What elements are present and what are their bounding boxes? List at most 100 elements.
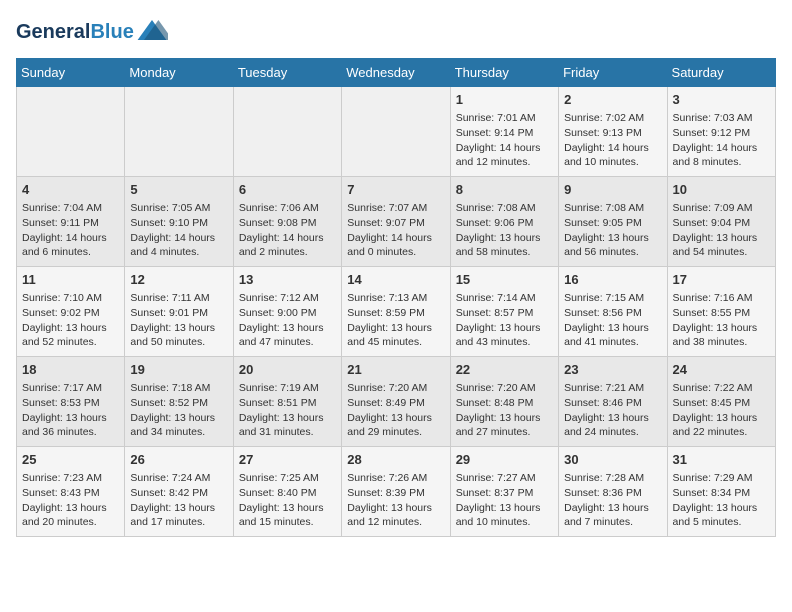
day-header-friday: Friday [559, 59, 667, 87]
calendar-cell: 10 Sunrise: 7:09 AM Sunset: 9:04 PM Dayli… [667, 177, 775, 267]
calendar-cell: 24Sunrise: 7:22 AM Sunset: 8:45 PM Dayli… [667, 357, 775, 447]
calendar-cell: 17 Sunrise: 7:16 AM Sunset: 8:55 PM Dayli… [667, 267, 775, 357]
day-header-tuesday: Tuesday [233, 59, 341, 87]
day-number: 18 [22, 361, 119, 379]
calendar-cell: 9Sunrise: 7:08 AM Sunset: 9:05 PM Daylig… [559, 177, 667, 267]
week-row-4: 18 Sunrise: 7:17 AM Sunset: 8:53 PM Dayli… [17, 357, 776, 447]
calendar-cell: 1 Sunrise: 7:01 AM Sunset: 9:14 PM Daylig… [450, 87, 558, 177]
day-info: Sunrise: 7:19 AM Sunset: 8:51 PM Dayligh… [239, 381, 336, 440]
day-number: 13 [239, 271, 336, 289]
page-header: GeneralBlue [16, 16, 776, 48]
calendar-cell: 4 Sunrise: 7:04 AM Sunset: 9:11 PM Daylig… [17, 177, 125, 267]
day-number: 1 [456, 91, 553, 109]
day-header-wednesday: Wednesday [342, 59, 450, 87]
calendar-cell: 11 Sunrise: 7:10 AM Sunset: 9:02 PM Dayli… [17, 267, 125, 357]
day-number: 30 [564, 451, 661, 469]
day-info: Sunrise: 7:24 AM Sunset: 8:42 PM Dayligh… [130, 471, 227, 530]
day-info: Sunrise: 7:28 AM Sunset: 8:36 PM Dayligh… [564, 471, 661, 530]
day-info: Sunrise: 7:23 AM Sunset: 8:43 PM Dayligh… [22, 471, 119, 530]
calendar-cell: 6 Sunrise: 7:06 AM Sunset: 9:08 PM Daylig… [233, 177, 341, 267]
day-info: Sunrise: 7:07 AM Sunset: 9:07 PM Dayligh… [347, 201, 444, 260]
day-number: 31 [673, 451, 770, 469]
day-header-monday: Monday [125, 59, 233, 87]
day-info: Sunrise: 7:12 AM Sunset: 9:00 PM Dayligh… [239, 291, 336, 350]
calendar-cell: 14Sunrise: 7:13 AM Sunset: 8:59 PM Dayli… [342, 267, 450, 357]
calendar-cell [342, 87, 450, 177]
day-number: 4 [22, 181, 119, 199]
calendar-cell: 23 Sunrise: 7:21 AM Sunset: 8:46 PM Dayli… [559, 357, 667, 447]
day-info: Sunrise: 7:18 AM Sunset: 8:52 PM Dayligh… [130, 381, 227, 440]
calendar-table: SundayMondayTuesdayWednesdayThursdayFrid… [16, 58, 776, 537]
day-number: 24 [673, 361, 770, 379]
calendar-cell [17, 87, 125, 177]
day-info: Sunrise: 7:05 AM Sunset: 9:10 PM Dayligh… [130, 201, 227, 260]
day-number: 14 [347, 271, 444, 289]
calendar-cell: 28 Sunrise: 7:26 AM Sunset: 8:39 PM Dayli… [342, 447, 450, 537]
day-number: 28 [347, 451, 444, 469]
day-number: 6 [239, 181, 336, 199]
day-info: Sunrise: 7:15 AM Sunset: 8:56 PM Dayligh… [564, 291, 661, 350]
calendar-cell: 8 Sunrise: 7:08 AM Sunset: 9:06 PM Daylig… [450, 177, 558, 267]
logo-text: GeneralBlue [16, 21, 134, 43]
calendar-cell: 19Sunrise: 7:18 AM Sunset: 8:52 PM Dayli… [125, 357, 233, 447]
day-info: Sunrise: 7:21 AM Sunset: 8:46 PM Dayligh… [564, 381, 661, 440]
day-info: Sunrise: 7:04 AM Sunset: 9:11 PM Dayligh… [22, 201, 119, 260]
calendar-cell: 30 Sunrise: 7:28 AM Sunset: 8:36 PM Dayli… [559, 447, 667, 537]
day-info: Sunrise: 7:20 AM Sunset: 8:49 PM Dayligh… [347, 381, 444, 440]
calendar-cell: 15 Sunrise: 7:14 AM Sunset: 8:57 PM Dayli… [450, 267, 558, 357]
day-info: Sunrise: 7:10 AM Sunset: 9:02 PM Dayligh… [22, 291, 119, 350]
calendar-cell [125, 87, 233, 177]
day-info: Sunrise: 7:11 AM Sunset: 9:01 PM Dayligh… [130, 291, 227, 350]
day-number: 29 [456, 451, 553, 469]
day-info: Sunrise: 7:08 AM Sunset: 9:06 PM Dayligh… [456, 201, 553, 260]
calendar-cell: 26Sunrise: 7:24 AM Sunset: 8:42 PM Dayli… [125, 447, 233, 537]
day-info: Sunrise: 7:03 AM Sunset: 9:12 PM Dayligh… [673, 111, 770, 170]
calendar-cell: 31 Sunrise: 7:29 AM Sunset: 8:34 PM Dayli… [667, 447, 775, 537]
day-info: Sunrise: 7:29 AM Sunset: 8:34 PM Dayligh… [673, 471, 770, 530]
calendar-cell: 22Sunrise: 7:20 AM Sunset: 8:48 PM Dayli… [450, 357, 558, 447]
calendar-cell: 29 Sunrise: 7:27 AM Sunset: 8:37 PM Dayli… [450, 447, 558, 537]
calendar-cell: 25 Sunrise: 7:23 AM Sunset: 8:43 PM Dayli… [17, 447, 125, 537]
calendar-cell: 3 Sunrise: 7:03 AM Sunset: 9:12 PM Daylig… [667, 87, 775, 177]
day-number: 11 [22, 271, 119, 289]
calendar-cell: 13 Sunrise: 7:12 AM Sunset: 9:00 PM Dayli… [233, 267, 341, 357]
day-header-row: SundayMondayTuesdayWednesdayThursdayFrid… [17, 59, 776, 87]
week-row-1: 1 Sunrise: 7:01 AM Sunset: 9:14 PM Daylig… [17, 87, 776, 177]
day-number: 20 [239, 361, 336, 379]
day-info: Sunrise: 7:01 AM Sunset: 9:14 PM Dayligh… [456, 111, 553, 170]
day-number: 5 [130, 181, 227, 199]
day-info: Sunrise: 7:27 AM Sunset: 8:37 PM Dayligh… [456, 471, 553, 530]
calendar-cell: 2Sunrise: 7:02 AM Sunset: 9:13 PM Daylig… [559, 87, 667, 177]
calendar-cell: 16Sunrise: 7:15 AM Sunset: 8:56 PM Dayli… [559, 267, 667, 357]
day-number: 3 [673, 91, 770, 109]
day-info: Sunrise: 7:26 AM Sunset: 8:39 PM Dayligh… [347, 471, 444, 530]
calendar-cell [233, 87, 341, 177]
day-number: 17 [673, 271, 770, 289]
calendar-cell: 5 Sunrise: 7:05 AM Sunset: 9:10 PM Daylig… [125, 177, 233, 267]
day-number: 15 [456, 271, 553, 289]
calendar-cell: 18 Sunrise: 7:17 AM Sunset: 8:53 PM Dayli… [17, 357, 125, 447]
day-info: Sunrise: 7:06 AM Sunset: 9:08 PM Dayligh… [239, 201, 336, 260]
day-info: Sunrise: 7:09 AM Sunset: 9:04 PM Dayligh… [673, 201, 770, 260]
day-info: Sunrise: 7:14 AM Sunset: 8:57 PM Dayligh… [456, 291, 553, 350]
day-number: 23 [564, 361, 661, 379]
day-info: Sunrise: 7:17 AM Sunset: 8:53 PM Dayligh… [22, 381, 119, 440]
week-row-2: 4 Sunrise: 7:04 AM Sunset: 9:11 PM Daylig… [17, 177, 776, 267]
calendar-cell: 7 Sunrise: 7:07 AM Sunset: 9:07 PM Daylig… [342, 177, 450, 267]
calendar-cell: 20 Sunrise: 7:19 AM Sunset: 8:51 PM Dayli… [233, 357, 341, 447]
day-number: 9 [564, 181, 661, 199]
calendar-cell: 12 Sunrise: 7:11 AM Sunset: 9:01 PM Dayli… [125, 267, 233, 357]
day-number: 7 [347, 181, 444, 199]
week-row-5: 25 Sunrise: 7:23 AM Sunset: 8:43 PM Dayli… [17, 447, 776, 537]
day-number: 25 [22, 451, 119, 469]
calendar-cell: 21 Sunrise: 7:20 AM Sunset: 8:49 PM Dayli… [342, 357, 450, 447]
day-number: 27 [239, 451, 336, 469]
day-info: Sunrise: 7:25 AM Sunset: 8:40 PM Dayligh… [239, 471, 336, 530]
week-row-3: 11 Sunrise: 7:10 AM Sunset: 9:02 PM Dayli… [17, 267, 776, 357]
day-number: 8 [456, 181, 553, 199]
day-info: Sunrise: 7:16 AM Sunset: 8:55 PM Dayligh… [673, 291, 770, 350]
day-number: 10 [673, 181, 770, 199]
day-number: 21 [347, 361, 444, 379]
day-header-sunday: Sunday [17, 59, 125, 87]
day-number: 12 [130, 271, 227, 289]
